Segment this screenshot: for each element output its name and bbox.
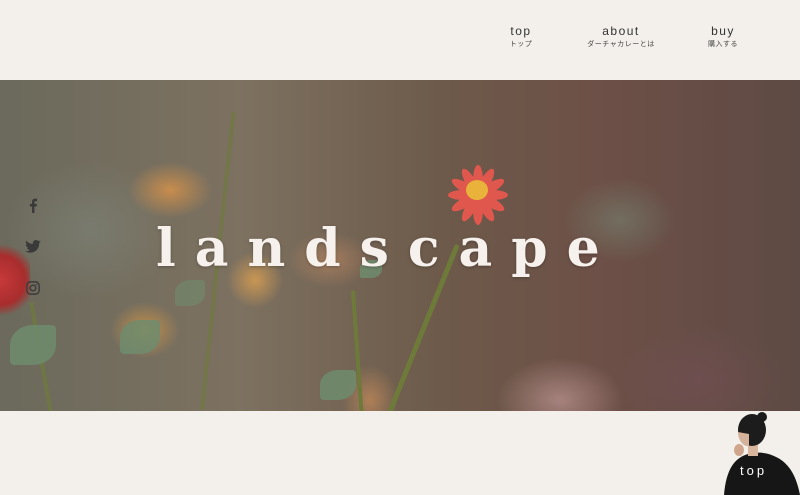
hero-image: landscape	[0, 80, 800, 411]
nav-label-ja: ダーチャカレーとは	[587, 41, 655, 48]
twitter-icon[interactable]	[25, 238, 41, 254]
nav-link-about[interactable]: about ダーチャカレーとは	[580, 24, 662, 49]
nav-link-top[interactable]: top トップ	[498, 24, 544, 49]
leaf	[120, 320, 160, 354]
instagram-icon[interactable]	[25, 280, 41, 296]
woman-illustration	[724, 412, 800, 495]
nav-label-ja: 購入する	[708, 41, 738, 48]
nav-link-buy[interactable]: buy 購入する	[700, 24, 746, 49]
back-to-top-label: top	[740, 463, 768, 478]
back-to-top-button[interactable]: top	[722, 410, 800, 495]
site-header: top トップ about ダーチャカレーとは buy 購入する	[0, 0, 800, 80]
leaf	[320, 370, 356, 400]
leaf	[175, 280, 205, 306]
facebook-icon[interactable]	[25, 197, 41, 213]
nav-label-en: top	[510, 24, 532, 38]
leaf	[10, 325, 56, 365]
nav-label-en: about	[602, 24, 640, 38]
hero-title: landscape	[156, 218, 619, 279]
nav-label-ja: トップ	[509, 41, 533, 48]
nav-label-en: buy	[711, 24, 735, 38]
